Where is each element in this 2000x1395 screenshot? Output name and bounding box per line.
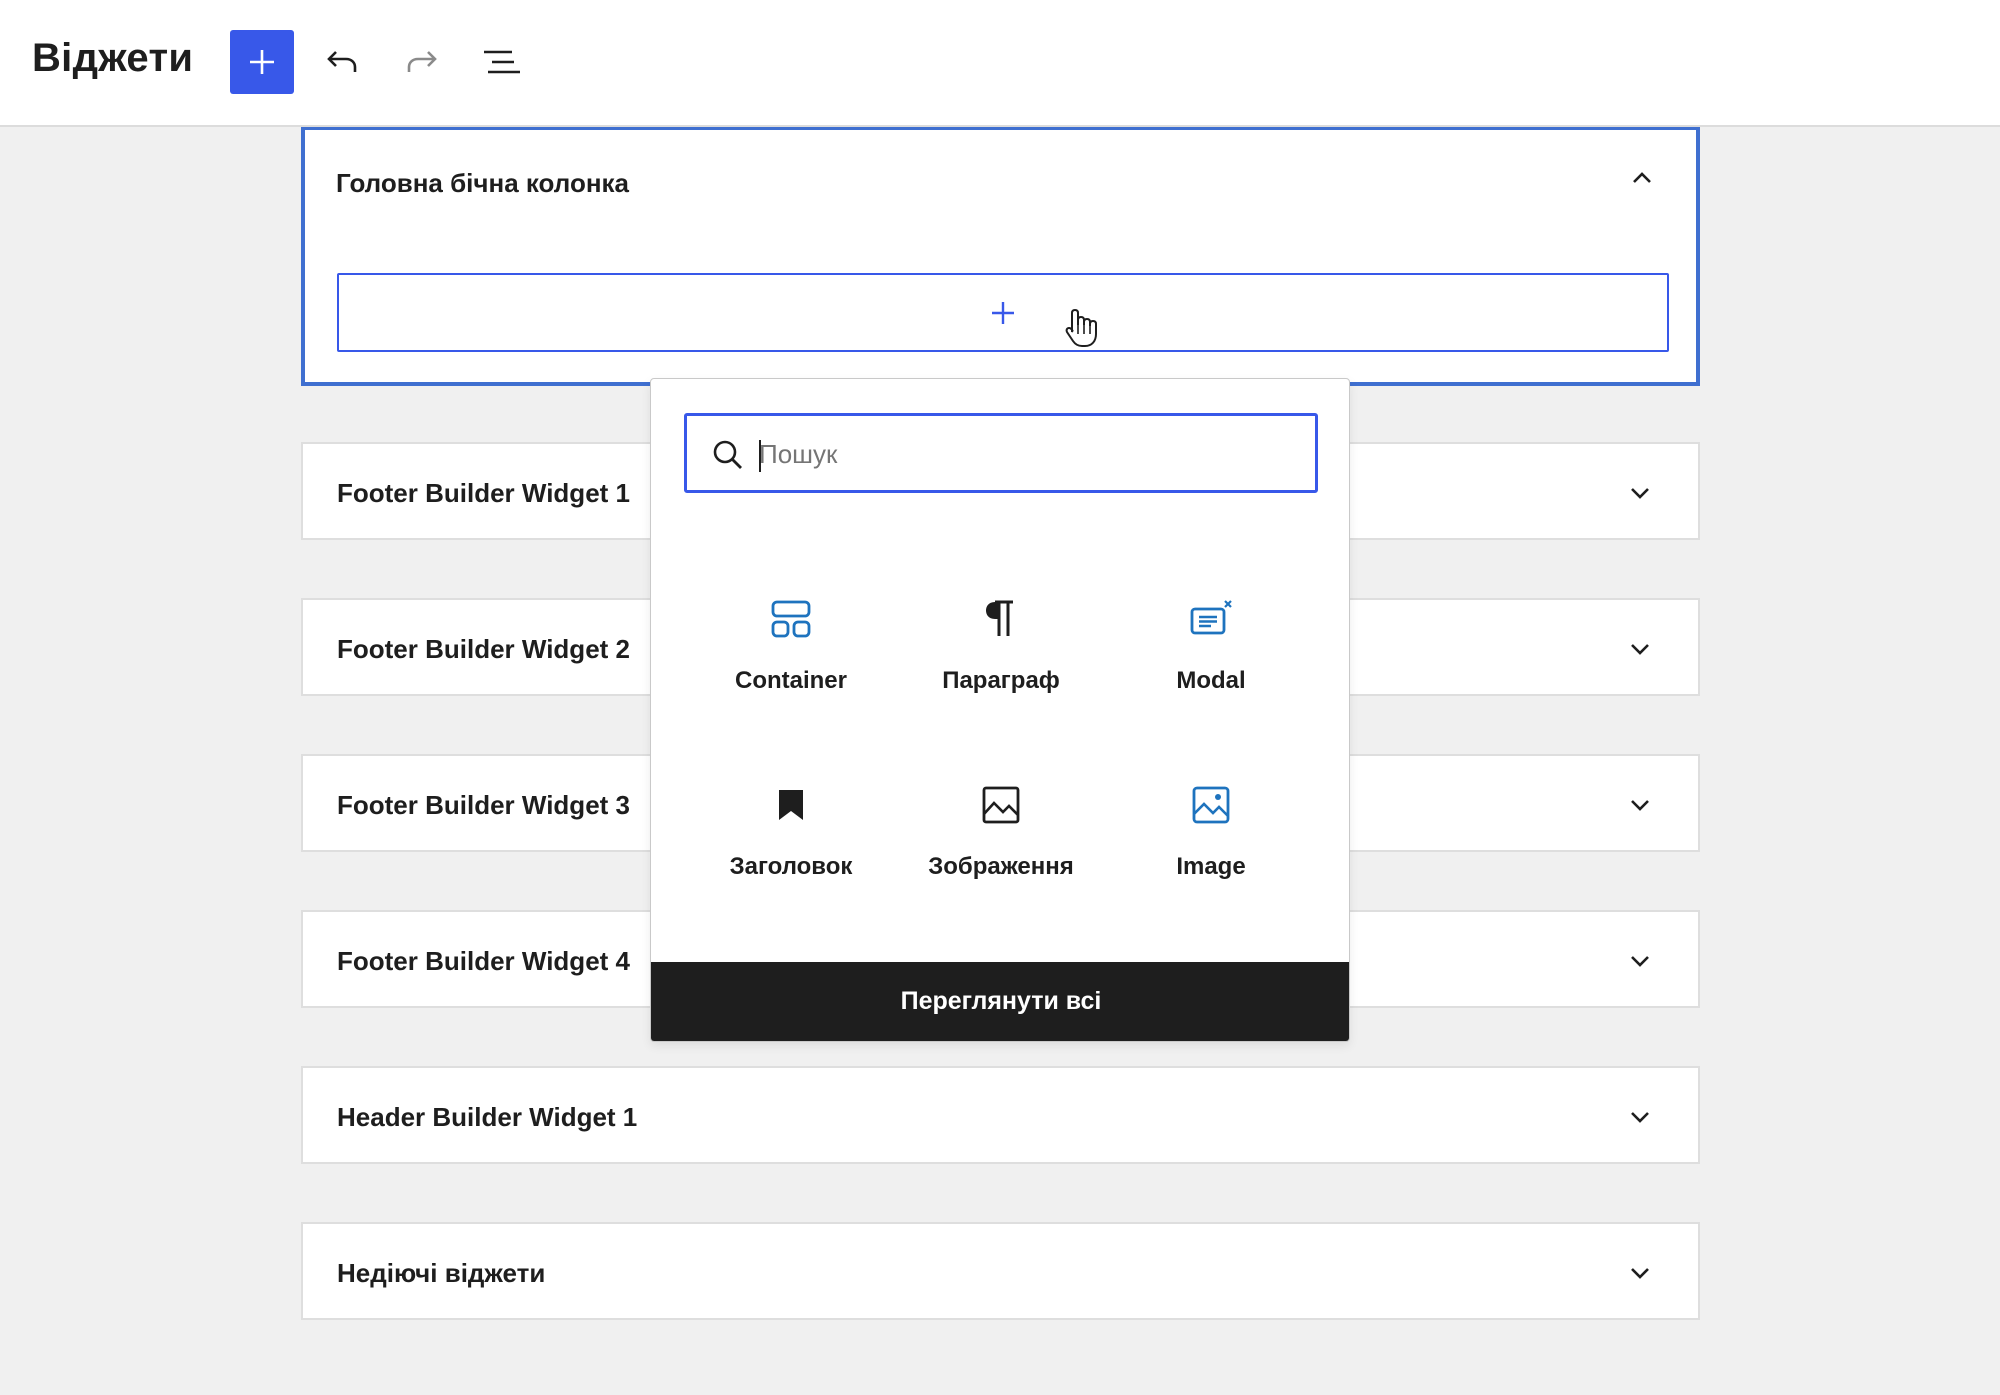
chevron-down-icon[interactable] bbox=[1626, 635, 1654, 663]
chevron-down-icon[interactable] bbox=[1626, 1103, 1654, 1131]
chevron-up-icon[interactable] bbox=[1628, 164, 1656, 192]
widget-area-title: Header Builder Widget 1 bbox=[337, 1102, 638, 1132]
block-label: Заголовок bbox=[729, 853, 853, 880]
undo-icon bbox=[327, 51, 357, 72]
chevron-down-icon[interactable] bbox=[1626, 947, 1654, 975]
heading-bookmark-icon bbox=[779, 790, 803, 820]
block-label: Параграф bbox=[942, 667, 1060, 694]
block-image[interactable]: Image bbox=[1106, 760, 1316, 920]
page-title: Віджети bbox=[32, 36, 194, 80]
add-block-button[interactable] bbox=[230, 30, 294, 94]
undo-button[interactable] bbox=[310, 30, 374, 94]
plus-icon bbox=[992, 301, 1014, 324]
quick-inserter-popover: Container Параграф Modal Заголовок bbox=[650, 378, 1350, 1042]
image-icon bbox=[1192, 786, 1230, 824]
block-label: Modal bbox=[1176, 667, 1246, 694]
editor-header: Віджети bbox=[0, 0, 2000, 127]
widget-area-title: Footer Builder Widget 4 bbox=[337, 946, 630, 976]
block-modal[interactable]: Modal bbox=[1106, 574, 1316, 734]
chevron-down-icon[interactable] bbox=[1626, 1259, 1654, 1287]
widget-area-title[interactable]: Головна бічна колонка bbox=[336, 168, 629, 199]
inserter-search[interactable] bbox=[684, 413, 1318, 493]
block-image-uk[interactable]: Зображення bbox=[896, 760, 1106, 920]
modal-icon bbox=[1190, 600, 1232, 635]
block-label: Image bbox=[1176, 853, 1246, 880]
browse-all-button[interactable]: Переглянути всі bbox=[651, 962, 1349, 1041]
redo-icon bbox=[407, 51, 437, 72]
search-input[interactable] bbox=[759, 430, 1279, 478]
block-container[interactable]: Container bbox=[686, 574, 896, 734]
widget-area-main-sidebar: Головна бічна колонка bbox=[301, 127, 1700, 386]
widget-area-title: Footer Builder Widget 1 bbox=[337, 478, 630, 508]
chevron-down-icon[interactable] bbox=[1626, 791, 1654, 819]
widget-area-inactive[interactable]: Недіючі віджети bbox=[301, 1222, 1700, 1320]
list-view-icon bbox=[484, 50, 520, 74]
chevron-down-icon[interactable] bbox=[1626, 479, 1654, 507]
plus-icon bbox=[250, 50, 274, 74]
search-icon bbox=[713, 440, 742, 469]
container-icon bbox=[771, 600, 811, 638]
redo-button[interactable] bbox=[390, 30, 454, 94]
block-paragraph[interactable]: Параграф bbox=[896, 574, 1106, 734]
block-label: Container bbox=[734, 667, 847, 694]
block-appender-button[interactable] bbox=[337, 273, 1669, 352]
block-label: Зображення bbox=[928, 853, 1074, 880]
widget-area-title: Footer Builder Widget 3 bbox=[337, 790, 630, 820]
widget-area-header-1[interactable]: Header Builder Widget 1 bbox=[301, 1066, 1700, 1164]
image-icon bbox=[982, 786, 1020, 824]
widget-area-title: Недіючі віджети bbox=[337, 1258, 546, 1288]
widget-area-title: Footer Builder Widget 2 bbox=[337, 634, 630, 664]
list-view-button[interactable] bbox=[470, 30, 534, 94]
block-heading[interactable]: Заголовок bbox=[686, 760, 896, 920]
hand-pointer-icon bbox=[1065, 308, 1097, 347]
paragraph-icon bbox=[986, 600, 1013, 636]
